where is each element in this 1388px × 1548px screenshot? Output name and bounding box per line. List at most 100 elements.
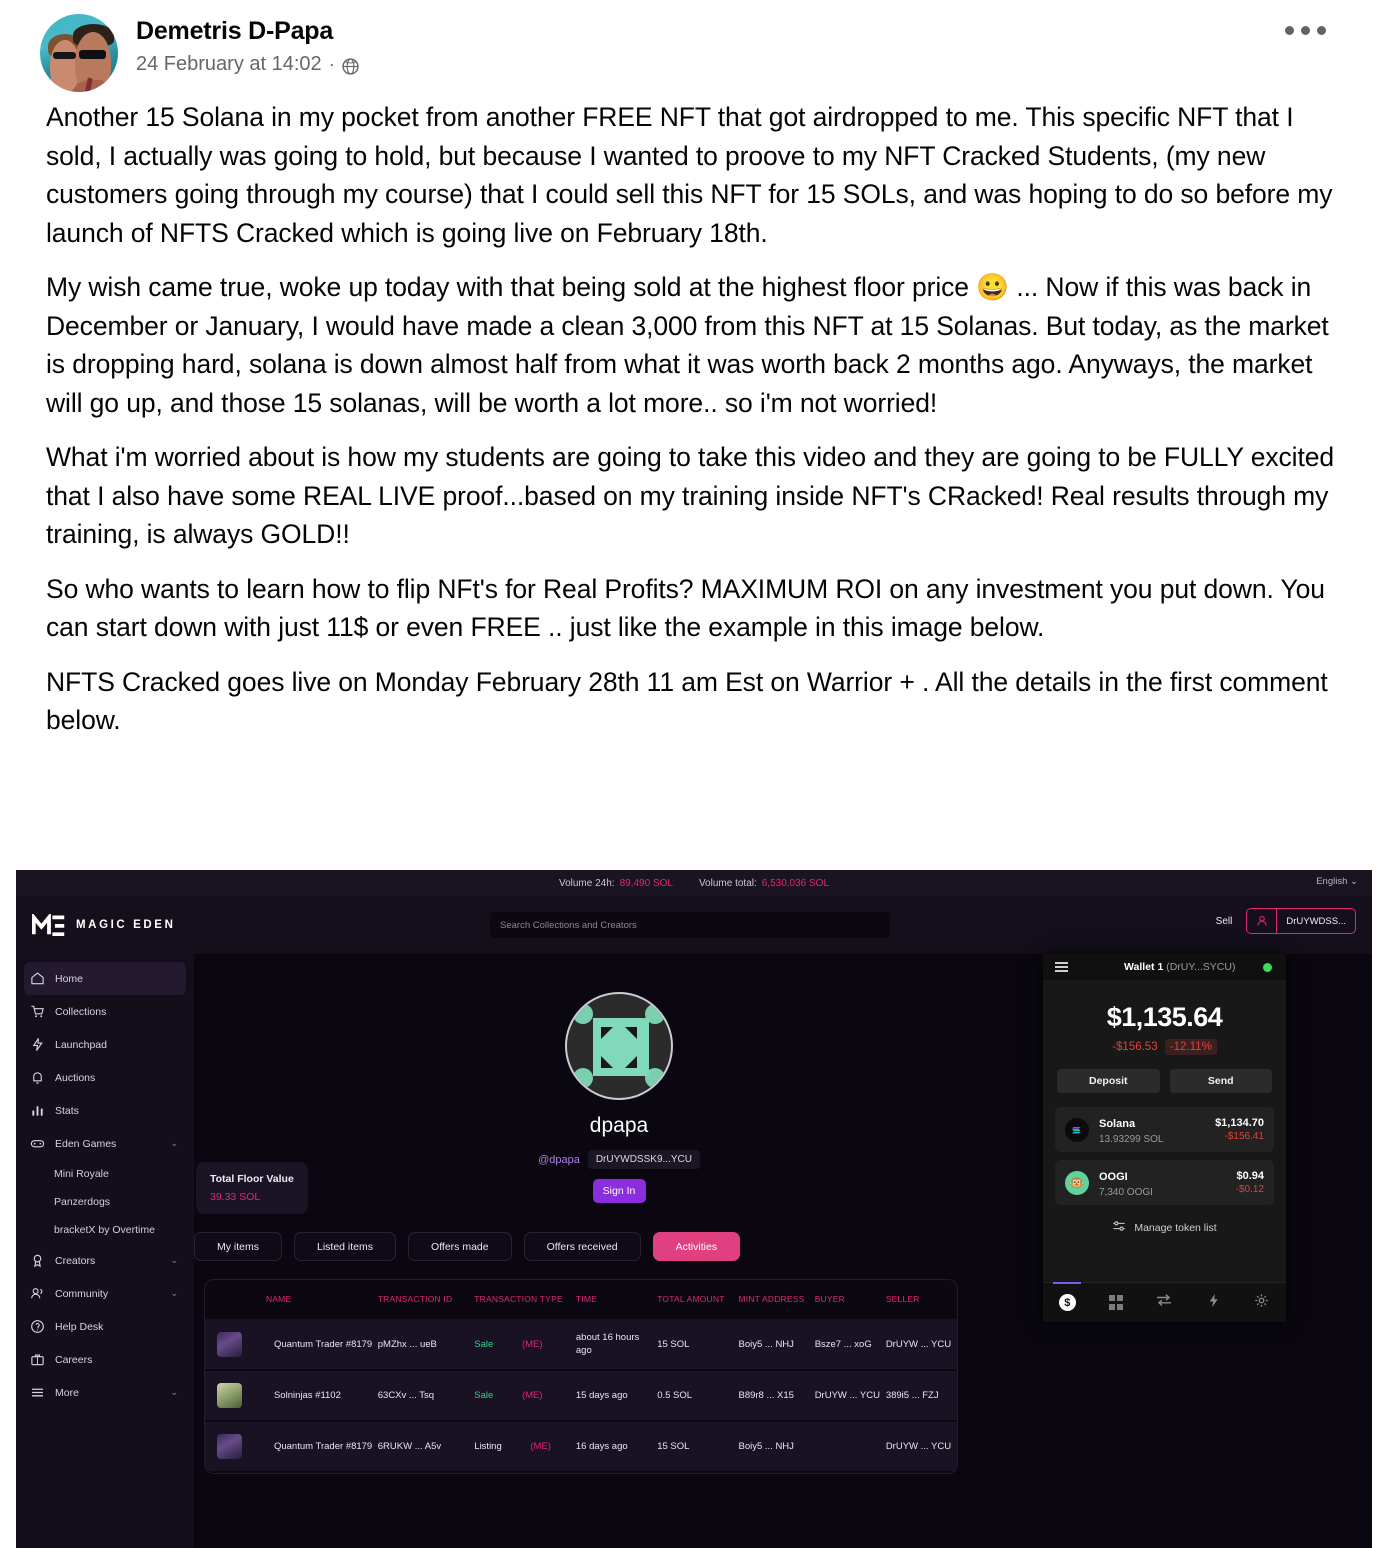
gear-icon bbox=[1254, 1293, 1269, 1313]
token-change: -$156.41 bbox=[1224, 1131, 1264, 1142]
cell-name: Quantum Trader #8179 bbox=[273, 1441, 373, 1452]
cell-seller: DrUYW ... YCU bbox=[885, 1441, 952, 1452]
cell-transaction-type: Listing bbox=[474, 1441, 502, 1452]
solana-icon bbox=[1065, 1117, 1089, 1142]
send-button[interactable]: Send bbox=[1169, 1069, 1272, 1093]
main-content: dpapa @dpapa DrUYWDSSK9...YCU Sign In To… bbox=[194, 954, 1372, 1548]
cell-transaction-type: Sale bbox=[474, 1390, 494, 1401]
question-circle-icon bbox=[30, 1319, 45, 1334]
tab-tokens[interactable]: $ bbox=[1043, 1283, 1092, 1322]
sidebar-item-home[interactable]: Home bbox=[24, 962, 186, 995]
sidebar-subitem-mini-royale[interactable]: Mini Royale bbox=[16, 1160, 194, 1188]
post-paragraph-1: Another 15 Solana in my pocket from anot… bbox=[46, 102, 1333, 248]
table-row[interactable]: Solninjas #1102 63CXv ... Tsq Sale (ME) … bbox=[205, 1370, 957, 1421]
sidebar-label: Auctions bbox=[55, 1071, 96, 1084]
hamburger-icon[interactable] bbox=[1055, 961, 1068, 973]
menu-icon bbox=[30, 1385, 45, 1400]
author-name[interactable]: Demetris D-Papa bbox=[136, 16, 359, 46]
search-input[interactable]: Search Collections and Creators bbox=[490, 912, 890, 938]
token-name: Solana bbox=[1099, 1118, 1136, 1130]
gamepad-icon bbox=[30, 1136, 45, 1151]
profile-address-chip[interactable]: DrUYWDSSK9...YCU bbox=[587, 1150, 700, 1169]
item-thumbnail bbox=[217, 1383, 242, 1408]
col-time: TIME bbox=[575, 1294, 597, 1304]
cell-buyer: DrUYW ... YCU bbox=[814, 1390, 880, 1401]
sidebar-item-auctions[interactable]: Auctions bbox=[16, 1061, 194, 1094]
sidebar-label: Home bbox=[55, 972, 84, 985]
cell-marketplace: (ME) bbox=[521, 1338, 543, 1350]
wallet-title: Wallet 1 (DrUY...SYCU) bbox=[1124, 961, 1236, 973]
token-row-oogi[interactable]: 🐵 OOGI 7,340 OOGI $0.94 -$0.12 bbox=[1055, 1160, 1274, 1205]
wallet-delta-percent: -12.11% bbox=[1164, 1039, 1217, 1055]
sidebar-item-careers[interactable]: Careers bbox=[16, 1343, 194, 1376]
bolt-icon bbox=[1206, 1293, 1221, 1313]
embedded-screenshot[interactable]: Volume 24h: 89,490 SOL Volume total: 6,530… bbox=[16, 870, 1372, 1548]
table-row[interactable]: Quantum Trader #8179 pMZhx ... ueB Sale … bbox=[205, 1319, 957, 1370]
home-icon bbox=[30, 971, 45, 986]
magic-eden-logo[interactable]: MAGIC EDEN bbox=[31, 912, 242, 937]
manage-token-list-button[interactable]: Manage token list bbox=[1055, 1213, 1274, 1236]
profile-avatar[interactable] bbox=[565, 992, 673, 1100]
avatar[interactable] bbox=[40, 14, 118, 92]
ellipsis-icon[interactable] bbox=[1285, 26, 1326, 35]
profile-block: dpapa @dpapa DrUYWDSSK9...YCU Sign In bbox=[538, 992, 700, 1203]
tab-listed-items[interactable]: Listed items bbox=[294, 1232, 397, 1261]
cell-transaction-id: pMZhx ... ueB bbox=[377, 1338, 437, 1350]
sidebar-label: Creators bbox=[55, 1254, 96, 1267]
sidebar-subitem-panzerdogs[interactable]: Panzerdogs bbox=[16, 1188, 194, 1216]
cell-total-amount: 15 SOL bbox=[657, 1338, 690, 1350]
sidebar-label: Collections bbox=[55, 1005, 107, 1018]
sell-button[interactable]: Sell bbox=[1216, 916, 1233, 927]
sidebar-item-community[interactable]: Community ⌄ bbox=[16, 1277, 194, 1310]
sidebar: Home Collections Launchpad Auctions Stat… bbox=[16, 954, 194, 1548]
sign-in-button[interactable]: Sign In bbox=[592, 1179, 646, 1203]
sidebar-item-more[interactable]: More ⌄ bbox=[16, 1376, 194, 1409]
wallet-panel[interactable]: Wallet 1 (DrUY...SYCU) $1,135.64 -$156.5… bbox=[1043, 954, 1286, 1322]
tab-offers-received[interactable]: Offers received bbox=[523, 1232, 641, 1261]
tab-swap[interactable] bbox=[1140, 1283, 1189, 1322]
sidebar-label: Community bbox=[55, 1287, 109, 1300]
sidebar-item-stats[interactable]: Stats bbox=[16, 1094, 194, 1127]
token-row-solana[interactable]: Solana 13.93299 SOL $1,134.70 -$156.41 bbox=[1055, 1107, 1274, 1152]
post-timestamp[interactable]: 24 February at 14:02 bbox=[136, 51, 322, 77]
tab-settings[interactable] bbox=[1237, 1283, 1286, 1322]
wallet-actions: Deposit Send bbox=[1043, 1053, 1286, 1093]
cell-total-amount: 15 SOL bbox=[657, 1441, 690, 1452]
cell-transaction-id: 6RUKW ... A5v bbox=[377, 1441, 442, 1452]
sidebar-item-launchpad[interactable]: Launchpad bbox=[16, 1028, 194, 1061]
sidebar-subitem-bracketx[interactable]: bracketX by Overtime bbox=[16, 1216, 194, 1244]
token-name: OOGI bbox=[1099, 1171, 1128, 1183]
sidebar-item-help-desk[interactable]: Help Desk bbox=[16, 1310, 194, 1343]
cell-seller: DrUYW ... YCU bbox=[885, 1338, 952, 1350]
wallet-button[interactable]: DrUYWDSS... bbox=[1246, 908, 1356, 934]
sidebar-item-creators[interactable]: Creators ⌄ bbox=[16, 1244, 194, 1277]
chevron-down-icon: ⌄ bbox=[170, 1387, 178, 1397]
tab-my-items[interactable]: My items bbox=[194, 1232, 282, 1261]
profile-tabs: My items Listed items Offers made Offers… bbox=[194, 1232, 741, 1261]
table-row[interactable]: Quantum Trader #8179 6RUKW ... A5v Listi… bbox=[205, 1421, 957, 1472]
cell-name: Quantum Trader #8179 bbox=[273, 1338, 373, 1350]
post-header-text: Demetris D-Papa 24 February at 14:02 · bbox=[136, 12, 359, 77]
item-thumbnail bbox=[217, 1331, 242, 1357]
volume-24h-value: 89,490 SOL bbox=[619, 877, 673, 889]
tab-activities[interactable]: Activities bbox=[652, 1232, 741, 1261]
token-amount: 13.93299 SOL bbox=[1099, 1134, 1164, 1145]
sidebar-label: Help Desk bbox=[55, 1320, 104, 1333]
tab-activity[interactable] bbox=[1189, 1283, 1238, 1322]
token-usd: $1,134.70 bbox=[1215, 1117, 1264, 1129]
sidebar-label: Careers bbox=[55, 1353, 93, 1366]
wallet-delta: -$156.53 -12.11% bbox=[1043, 1039, 1286, 1055]
tab-offers-made[interactable]: Offers made bbox=[408, 1232, 512, 1261]
sidebar-item-collections[interactable]: Collections bbox=[16, 995, 194, 1028]
cell-mint-address: Boiy5 ... NHJ bbox=[738, 1338, 794, 1350]
magic-eden-mark-icon bbox=[31, 912, 66, 937]
cell-total-amount: 0.5 SOL bbox=[657, 1390, 693, 1401]
language-selector[interactable]: English ⌄ bbox=[1316, 876, 1358, 887]
profile-handle[interactable]: @dpapa bbox=[538, 1154, 580, 1166]
globe-icon[interactable] bbox=[342, 56, 359, 75]
post-paragraph-3: What i'm worried about is how my student… bbox=[46, 442, 1334, 549]
col-transaction-id: TRANSACTION ID bbox=[377, 1294, 453, 1304]
sidebar-item-eden-games[interactable]: Eden Games ⌄ bbox=[16, 1127, 194, 1160]
tab-collectibles[interactable] bbox=[1092, 1283, 1141, 1322]
deposit-button[interactable]: Deposit bbox=[1057, 1069, 1160, 1093]
